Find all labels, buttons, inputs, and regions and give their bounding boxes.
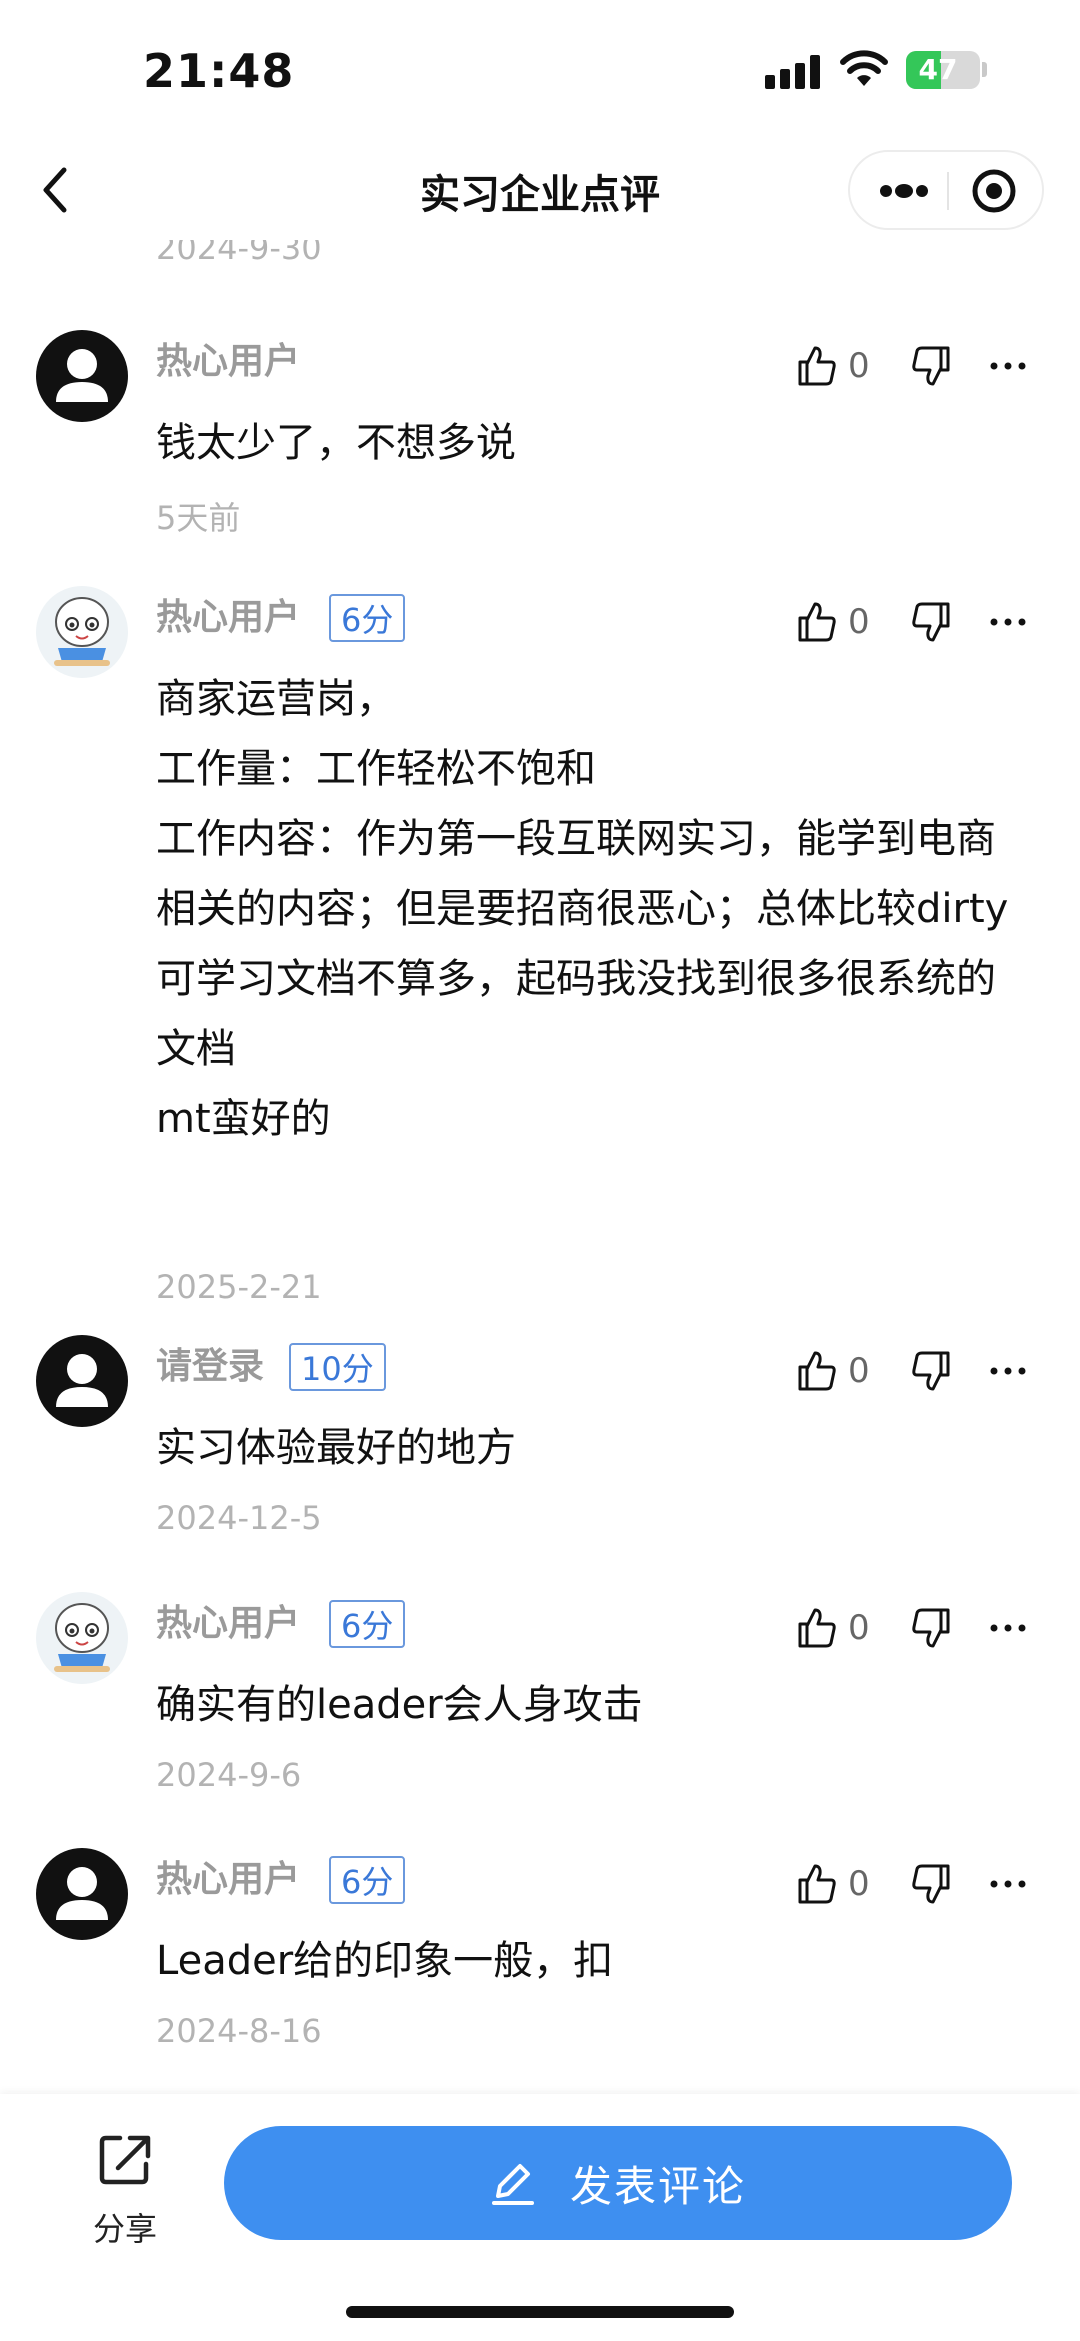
default-avatar-icon (56, 1867, 108, 1920)
thumbs-up-icon (798, 602, 836, 642)
more-icon[interactable] (988, 1862, 1028, 1906)
like-button[interactable]: 0 (796, 344, 906, 388)
more-icon[interactable] (988, 1349, 1028, 1393)
username[interactable]: 热心用户 (156, 1858, 300, 1902)
avatar[interactable] (36, 1335, 128, 1427)
avatar[interactable] (36, 330, 128, 422)
more-options-icon[interactable] (864, 158, 944, 224)
thumbs-down-icon[interactable] (910, 600, 952, 644)
thumbs-up-icon (798, 1351, 836, 1391)
status-time: 21:48 (143, 44, 295, 98)
comment-date: 2024-9-30 (156, 240, 322, 267)
score-badge: 6分 (329, 1856, 406, 1904)
username[interactable]: 热心用户 (156, 340, 300, 384)
score-badge: 6分 (329, 594, 406, 642)
battery-icon: 47 (906, 51, 980, 89)
mini-program-capsule (848, 150, 1044, 230)
thumbs-up-icon (798, 1608, 836, 1648)
comment-text: 钱太少了，不想多说 (156, 420, 516, 466)
comment-text: 商家运营岗， 工作量：工作轻松不饱和 工作内容：作为第一段互联网实习，能学到电商… (156, 676, 1009, 1142)
cartoon-avatar-icon (54, 1603, 110, 1672)
like-button[interactable]: 0 (796, 1862, 906, 1906)
comment-date: 5天前 (156, 499, 241, 537)
comment-date: 2024-12-5 (156, 1499, 322, 1537)
avatar[interactable] (36, 1592, 128, 1684)
like-button[interactable]: 0 (796, 1349, 906, 1393)
nav-bar: 实习企业点评 (0, 140, 1080, 240)
username[interactable]: 请登录 (156, 1345, 264, 1389)
like-button[interactable]: 0 (796, 1606, 906, 1650)
username[interactable]: 热心用户 (156, 1602, 300, 1646)
more-icon[interactable] (988, 1606, 1028, 1650)
comment-date: 2025-2-21 (156, 1268, 322, 1306)
comment-text: Leader给的印象一般，扣 (156, 1938, 614, 1984)
avatar[interactable] (36, 586, 128, 678)
score-badge: 6分 (329, 1600, 406, 1648)
pen-icon (491, 2164, 534, 2205)
cellular-signal-icon (765, 55, 820, 89)
avatar[interactable] (36, 1848, 128, 1940)
comment-list[interactable]: 2024-9-30 热心用户 0 钱太少了，不想多说 5天前 热心用户 6分 0… (0, 240, 1080, 2094)
comment-date: 2024-9-6 (156, 1756, 302, 1794)
like-count: 0 (848, 1608, 870, 1648)
thumbs-up-icon (798, 1864, 836, 1904)
like-count: 0 (848, 1351, 870, 1391)
thumbs-up-icon (798, 346, 836, 386)
thumbs-down-icon[interactable] (910, 1862, 952, 1906)
share-icon (99, 2135, 151, 2185)
wifi-icon (840, 50, 888, 86)
capsule-divider (947, 172, 949, 210)
post-comment-button[interactable]: 发表评论 (224, 2126, 1012, 2240)
battery-cap (982, 62, 987, 77)
home-indicator[interactable] (346, 2306, 734, 2318)
comment-text: 实习体验最好的地方 (156, 1425, 516, 1471)
post-comment-label: 发表评论 (569, 2161, 746, 2211)
bottom-action-bar: 分享 发表评论 (0, 2094, 1080, 2341)
like-count: 0 (848, 1864, 870, 1904)
battery-percent: 47 (918, 53, 958, 86)
cartoon-avatar-icon (54, 597, 110, 666)
like-button[interactable]: 0 (796, 600, 906, 644)
thumbs-down-icon[interactable] (910, 344, 952, 388)
thumbs-down-icon[interactable] (910, 1349, 952, 1393)
like-count: 0 (848, 346, 870, 386)
default-avatar-icon (56, 1354, 108, 1407)
like-count: 0 (848, 602, 870, 642)
close-mini-program-icon[interactable] (954, 158, 1034, 224)
default-avatar-icon (56, 349, 108, 402)
score-badge: 10分 (289, 1343, 386, 1391)
username[interactable]: 热心用户 (156, 596, 300, 640)
status-bar: 21:48 47 (0, 0, 1080, 140)
share-button[interactable]: 分享 (60, 2124, 190, 2254)
thumbs-down-icon[interactable] (910, 1606, 952, 1650)
comment-date: 2024-8-16 (156, 2012, 322, 2050)
more-icon[interactable] (988, 600, 1028, 644)
more-icon[interactable] (988, 344, 1028, 388)
comment-text: 确实有的leader会人身攻击 (156, 1682, 643, 1728)
share-label: 分享 (92, 2210, 157, 2248)
